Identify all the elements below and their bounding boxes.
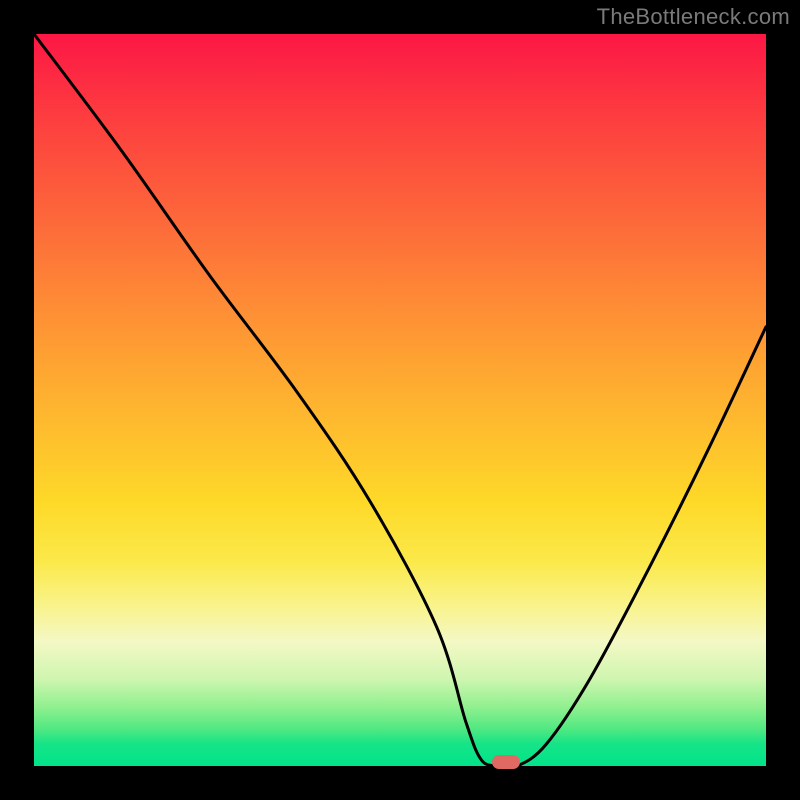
bottleneck-curve-path xyxy=(34,34,766,766)
plot-area xyxy=(34,34,766,766)
watermark-text: TheBottleneck.com xyxy=(597,4,790,30)
min-marker xyxy=(492,755,520,769)
chart-frame: TheBottleneck.com xyxy=(0,0,800,800)
curve-svg xyxy=(34,34,766,766)
